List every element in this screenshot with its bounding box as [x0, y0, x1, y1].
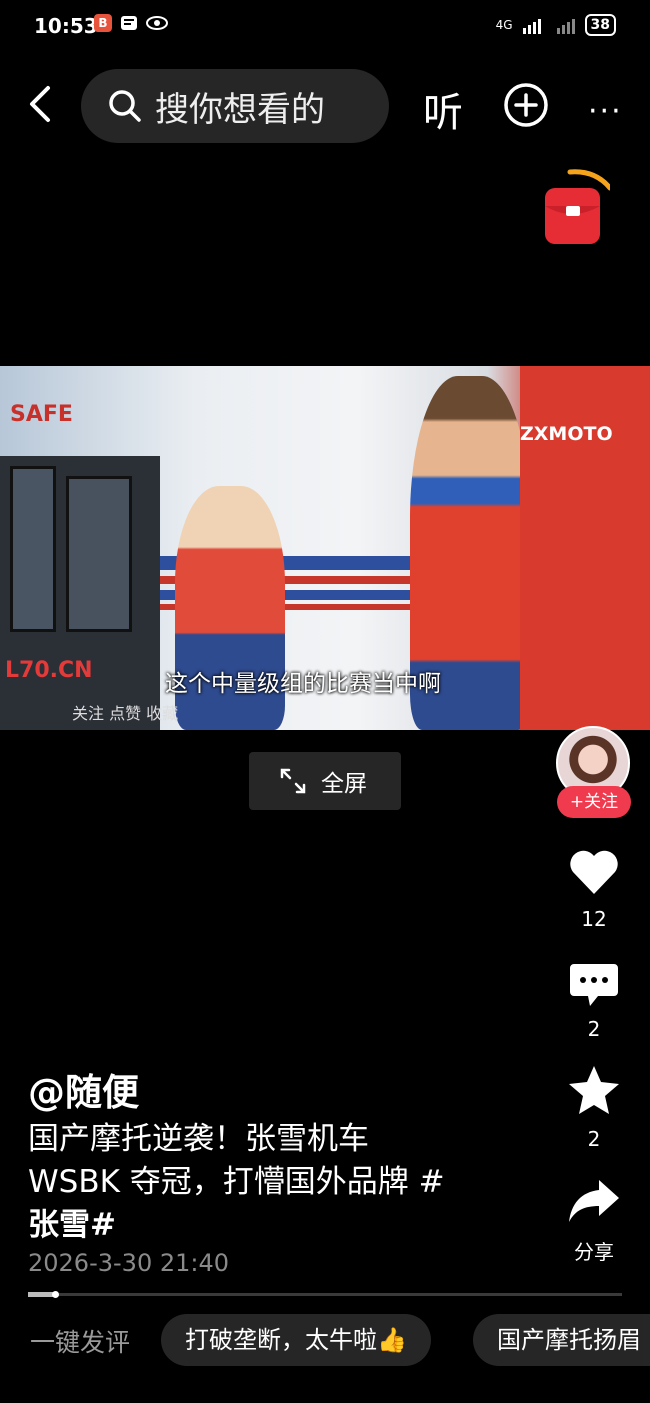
monitor: [10, 466, 56, 632]
progress-track[interactable]: [28, 1293, 622, 1296]
desc-line: WSBK 夺冠，打懵国外品牌 #: [28, 1164, 445, 1200]
share-icon[interactable]: [567, 1176, 621, 1226]
video-subtitle: 这个中量级组的比赛当中啊: [165, 671, 441, 697]
red-packet-icon[interactable]: [540, 166, 610, 246]
fullscreen-button[interactable]: 全屏: [249, 752, 401, 810]
video-overlay-text: 关注 点赞 收藏: [72, 704, 179, 723]
back-arrow-icon[interactable]: [20, 82, 64, 126]
safe-logo: SAFE: [10, 402, 73, 427]
progress-handle[interactable]: [52, 1291, 59, 1298]
comment-count: 2: [587, 1017, 601, 1041]
eye-icon: [146, 16, 168, 30]
monitor: [66, 476, 132, 632]
follow-button[interactable]: +关注: [557, 786, 631, 818]
network-label: 4G: [495, 18, 513, 32]
brand-logo: ZXMOTO: [520, 423, 613, 445]
hashtag[interactable]: 张雪#: [28, 1204, 508, 1247]
favorite-count: 2: [587, 1127, 601, 1151]
share-label: 分享: [574, 1240, 614, 1264]
status-time: 10:53: [34, 14, 98, 38]
quick-comment-chip[interactable]: 国产摩托扬眉: [473, 1314, 650, 1366]
person-red-shirt: [520, 366, 650, 730]
post-description: 国产摩托逆袭！张雪机车 WSBK 夺冠，打懵国外品牌 # 张雪#: [28, 1118, 508, 1247]
watermark: L70.CN: [5, 658, 93, 683]
expand-icon: [280, 768, 306, 794]
more-options-icon[interactable]: ···: [588, 94, 623, 129]
search-box[interactable]: 搜你想看的: [81, 69, 389, 143]
fullscreen-label: 全屏: [321, 771, 367, 797]
battery-indicator: 38: [584, 14, 616, 36]
quick-comment-chip[interactable]: 打破垄断，太牛啦👍: [161, 1314, 431, 1366]
app-notification-icon-2: [121, 16, 137, 30]
listen-button[interactable]: 听: [423, 80, 463, 138]
status-icons: B: [94, 14, 168, 32]
author-name[interactable]: @随便: [28, 1062, 139, 1116]
comment-icon[interactable]: [568, 962, 620, 1008]
add-circle-icon[interactable]: [503, 82, 549, 128]
heart-icon[interactable]: [568, 848, 620, 896]
like-count: 12: [581, 907, 607, 931]
search-placeholder: 搜你想看的: [155, 89, 325, 130]
desc-line: 国产摩托逆袭！张雪机车: [28, 1121, 369, 1157]
search-icon: [109, 90, 141, 122]
signal-icon: [522, 19, 541, 34]
signal-icon-2: [556, 19, 575, 34]
post-date: 2026-3-30 21:40: [28, 1249, 229, 1277]
app-notification-icon: B: [94, 14, 112, 32]
star-icon[interactable]: [567, 1064, 621, 1116]
quick-comment-label: 一键发评: [30, 1328, 131, 1357]
status-right: 4G 38: [496, 14, 616, 36]
